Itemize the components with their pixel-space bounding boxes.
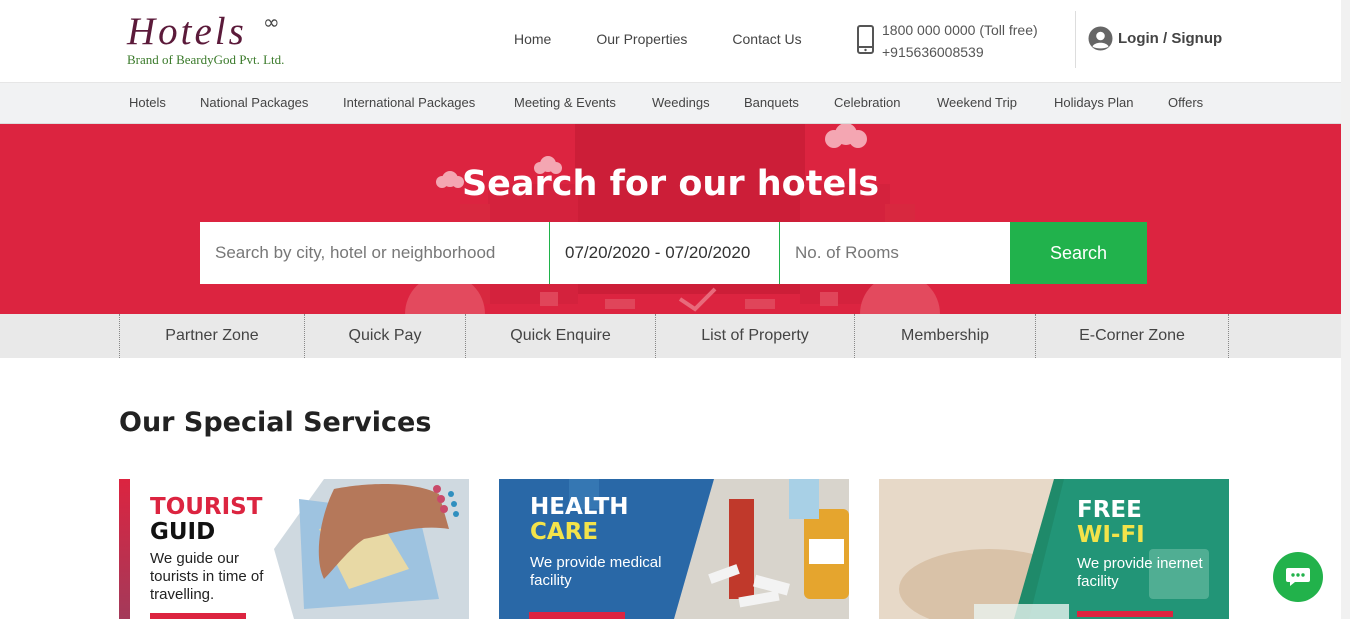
cat-weekend-trip[interactable]: Weekend Trip <box>937 95 1017 110</box>
nav-home[interactable]: Home <box>514 31 551 47</box>
card-title-line2: GUID <box>150 519 216 545</box>
card-button-bar[interactable] <box>150 613 246 619</box>
nav-contact-us[interactable]: Contact Us <box>732 31 801 47</box>
service-card-free-wifi[interactable]: FREE WI-FI We provide inernet facility <box>879 479 1229 619</box>
quick-link-list-of-property[interactable]: List of Property <box>655 314 854 358</box>
quick-link-membership[interactable]: Membership <box>854 314 1035 358</box>
cat-celebration[interactable]: Celebration <box>834 95 901 110</box>
top-nav: Home Our Properties Contact Us <box>514 31 847 47</box>
cat-weedings[interactable]: Weedings <box>652 95 710 110</box>
infinity-icon: ∞ <box>263 10 280 34</box>
card-description: We guide our tourists in time of travell… <box>150 550 264 603</box>
phone-mobile: +915636008539 <box>882 44 984 60</box>
login-label: Login / Signup <box>1118 30 1223 47</box>
card-title: FREE WI-FI <box>1077 498 1145 548</box>
quick-link-quick-pay[interactable]: Quick Pay <box>304 314 465 358</box>
header-divider <box>1075 11 1076 68</box>
quick-links-divider <box>1228 314 1229 358</box>
cat-hotels[interactable]: Hotels <box>129 95 166 110</box>
logo-subtitle: Brand of BeardyGod Pvt. Ltd. <box>127 52 285 67</box>
quick-link-e-corner-zone[interactable]: E-Corner Zone <box>1035 314 1228 358</box>
date-range-input[interactable]: 07/20/2020 - 07/20/2020 <box>550 222 780 284</box>
search-button[interactable]: Search <box>1010 222 1147 284</box>
card-description: We provide medical facility <box>530 554 662 589</box>
card-title-line1: TOURIST <box>150 494 263 520</box>
chat-button[interactable] <box>1273 552 1323 602</box>
cat-national-packages[interactable]: National Packages <box>200 95 308 110</box>
hero-banner: Search for our hotels Search by city, ho… <box>0 124 1341 314</box>
chat-bubble-icon <box>1286 568 1310 586</box>
quick-link-quick-enquire[interactable]: Quick Enquire <box>465 314 655 358</box>
card-title-line1: FREE <box>1077 497 1142 523</box>
cat-offers[interactable]: Offers <box>1168 95 1203 110</box>
card-title: HEALTH CARE <box>530 495 629 545</box>
card-description: We provide inernet facility <box>1077 555 1203 590</box>
hotel-search-bar: Search by city, hotel or neighborhood 07… <box>200 222 1147 284</box>
service-card-health-care[interactable]: HEALTH CARE We provide medical facility <box>499 479 849 619</box>
rooms-input[interactable]: No. of Rooms <box>780 222 1010 284</box>
user-avatar-icon <box>1088 26 1113 51</box>
services-heading: Our Special Services <box>119 407 432 438</box>
hero-title: Search for our hotels <box>461 164 880 204</box>
phone-toll-free: 1800 000 0000 (Toll free) <box>882 22 1038 38</box>
logo-title: Hotels <box>127 10 247 53</box>
quick-link-partner-zone[interactable]: Partner Zone <box>119 314 304 358</box>
nav-our-properties[interactable]: Our Properties <box>596 31 687 47</box>
logo[interactable]: Hotels ∞ Brand of BeardyGod Pvt. Ltd. <box>127 10 285 68</box>
service-card-tourist-guide[interactable]: TOURIST GUID We guide our tourists in ti… <box>119 479 469 619</box>
hotel-skyline-illustration <box>405 124 940 314</box>
cat-banquets[interactable]: Banquets <box>744 95 799 110</box>
category-nav: Hotels National Packages International P… <box>0 83 1341 124</box>
login-signup-button[interactable]: Login / Signup <box>1088 26 1222 51</box>
location-search-input[interactable]: Search by city, hotel or neighborhood <box>200 222 550 284</box>
page-scrollbar[interactable] <box>1341 0 1350 619</box>
cat-meeting-events[interactable]: Meeting & Events <box>514 95 616 110</box>
card-title-line2: WI-FI <box>1077 522 1145 548</box>
wifi-device-photo <box>879 479 1229 619</box>
cat-international-packages[interactable]: International Packages <box>343 95 475 110</box>
mobile-phone-icon <box>857 25 874 54</box>
card-title-line1: HEALTH <box>530 494 629 520</box>
card-title-line2: CARE <box>530 519 599 545</box>
quick-links-bar: Partner Zone Quick Pay Quick Enquire Lis… <box>0 314 1341 358</box>
contact-phone: 1800 000 0000 (Toll free) +915636008539 <box>855 19 1038 63</box>
cat-holidays-plan[interactable]: Holidays Plan <box>1054 95 1134 110</box>
card-title: TOURIST GUID <box>150 495 262 545</box>
card-button-bar[interactable] <box>1077 611 1173 617</box>
site-header: Hotels ∞ Brand of BeardyGod Pvt. Ltd. Ho… <box>0 0 1341 83</box>
